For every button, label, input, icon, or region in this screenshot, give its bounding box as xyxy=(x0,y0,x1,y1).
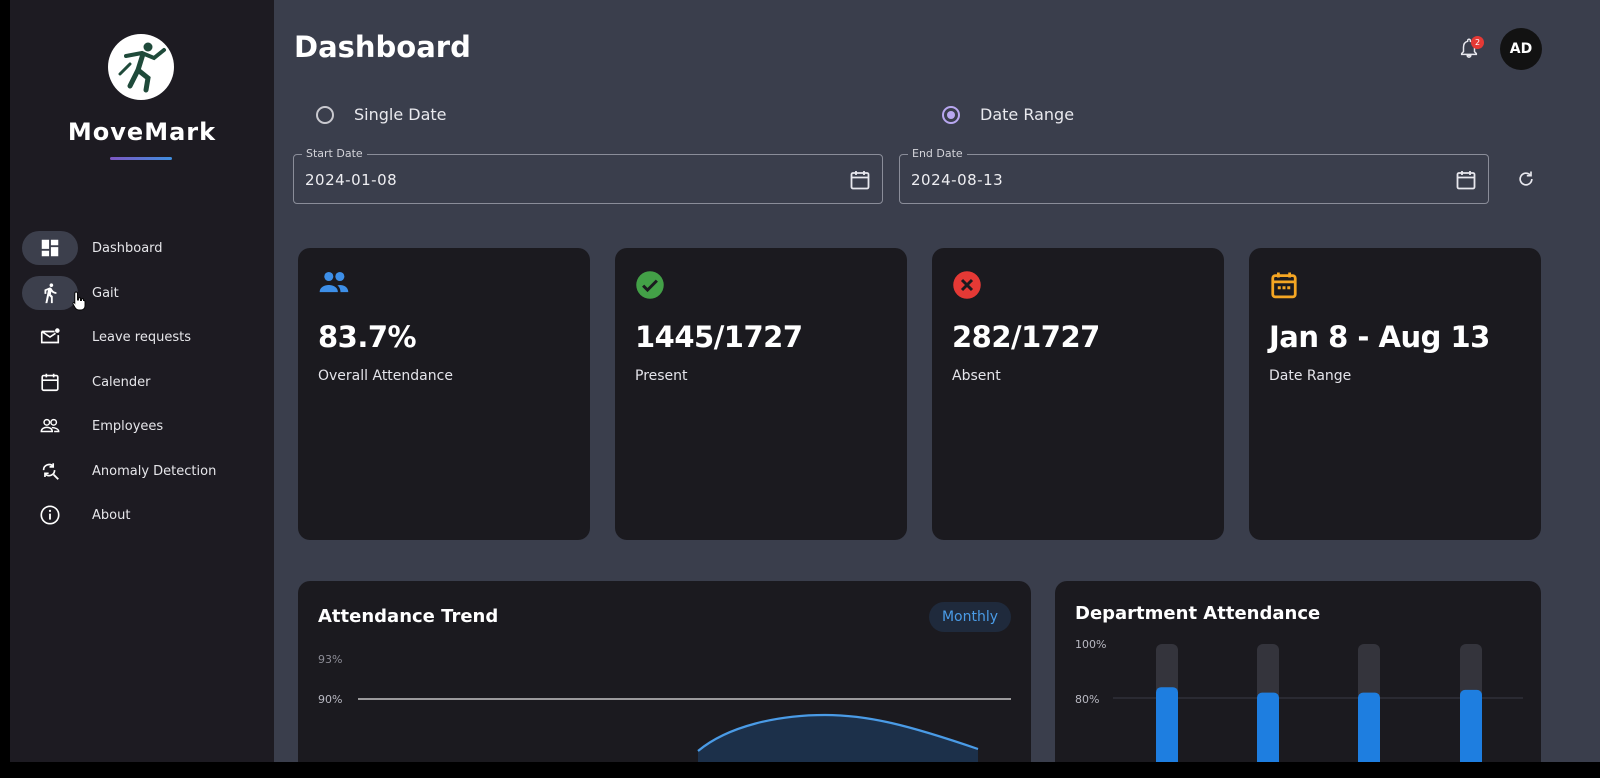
department-bar[interactable] xyxy=(1156,687,1178,762)
stat-value: Jan 8 - Aug 13 xyxy=(1269,320,1490,354)
sidebar: MoveMark Dashboard Gait Leave requests C… xyxy=(10,0,274,762)
single-date-label: Single Date xyxy=(354,105,447,124)
sidebar-item-label: Gait xyxy=(92,285,119,301)
calendar-icon[interactable] xyxy=(1454,168,1478,192)
cancel-circle-icon xyxy=(953,271,981,299)
trend-area xyxy=(698,715,978,762)
people-icon xyxy=(319,271,349,293)
radio-checked-icon xyxy=(942,105,960,124)
sidebar-item-anomaly-detection[interactable]: Anomaly Detection xyxy=(22,453,262,489)
end-date-label: End Date xyxy=(908,147,967,160)
avatar[interactable]: AD xyxy=(1500,28,1542,70)
dashboard-icon xyxy=(41,239,59,257)
hand-cursor-icon xyxy=(72,291,86,311)
start-date-label: Start Date xyxy=(302,147,367,160)
sidebar-item-label: Dashboard xyxy=(92,240,163,256)
sidebar-item-calender[interactable]: Calender xyxy=(22,364,262,400)
radio-unchecked-icon xyxy=(316,105,334,124)
stat-label: Present xyxy=(635,368,688,384)
app-window: MoveMark Dashboard Gait Leave requests C… xyxy=(10,0,1600,762)
calendar-icon xyxy=(41,373,59,392)
calendar-icon[interactable] xyxy=(848,168,872,192)
page-title: Dashboard xyxy=(294,30,471,64)
attendance-trend-chart: 93% 90% xyxy=(318,653,1011,762)
notification-badge: 2 xyxy=(1471,36,1484,49)
y-tick-label: 93% xyxy=(318,653,342,666)
end-date-field[interactable]: End Date 2024-08-13 xyxy=(899,147,1489,204)
stat-value: 282/1727 xyxy=(952,320,1100,354)
department-attendance-chart: 100% 80% xyxy=(1075,638,1523,762)
start-date-value: 2024-01-08 xyxy=(305,171,398,189)
mail-icon xyxy=(40,328,60,344)
sidebar-item-leave-requests[interactable]: Leave requests xyxy=(22,319,262,355)
people-icon xyxy=(40,418,60,433)
y-tick-label: 100% xyxy=(1075,638,1106,651)
sidebar-item-label: Anomaly Detection xyxy=(92,463,217,479)
event-icon xyxy=(1271,272,1297,299)
walk-icon xyxy=(44,283,57,304)
sidebar-item-gait[interactable]: Gait xyxy=(22,275,262,311)
end-date-value: 2024-08-13 xyxy=(911,171,1004,189)
single-date-radio[interactable]: Single Date xyxy=(316,105,447,124)
sidebar-item-label: About xyxy=(92,507,131,523)
sidebar-item-label: Employees xyxy=(92,418,164,434)
department-bar[interactable] xyxy=(1257,692,1279,762)
brand-underline xyxy=(110,157,172,160)
refresh-icon[interactable] xyxy=(1516,169,1536,189)
brand-logo xyxy=(108,34,174,100)
date-range-radio[interactable]: Date Range xyxy=(942,105,1074,124)
sidebar-item-dashboard[interactable]: Dashboard xyxy=(22,230,262,266)
runner-logo-icon xyxy=(118,42,166,93)
stat-value: 1445/1727 xyxy=(635,320,803,354)
department-bar[interactable] xyxy=(1460,689,1482,762)
stat-label: Overall Attendance xyxy=(318,368,453,384)
sidebar-item-label: Leave requests xyxy=(92,329,191,345)
attendance-trend-panel: Attendance Trend Monthly 93% 90% xyxy=(298,581,1031,762)
stat-card-overall-attendance: 83.7% Overall Attendance xyxy=(298,248,590,540)
check-circle-icon xyxy=(636,271,664,299)
sidebar-item-about[interactable]: About xyxy=(22,497,262,533)
department-attendance-panel: Department Attendance 100% 80% xyxy=(1055,581,1541,762)
stat-card-present: 1445/1727 Present xyxy=(615,248,907,540)
brand-name: MoveMark xyxy=(67,118,217,146)
stat-card-date-range: Jan 8 - Aug 13 Date Range xyxy=(1249,248,1541,540)
stat-label: Date Range xyxy=(1269,368,1352,384)
department-bar[interactable] xyxy=(1358,692,1380,762)
stat-label: Absent xyxy=(952,368,1001,384)
y-tick-label: 90% xyxy=(318,693,342,706)
sidebar-item-label: Calender xyxy=(92,374,151,390)
stat-value: 83.7% xyxy=(318,320,417,354)
date-range-label: Date Range xyxy=(980,105,1075,124)
y-tick-label: 80% xyxy=(1075,693,1099,706)
stat-card-absent: 282/1727 Absent xyxy=(932,248,1224,540)
search-refresh-icon xyxy=(42,463,59,480)
info-icon xyxy=(40,505,60,525)
start-date-field[interactable]: Start Date 2024-01-08 xyxy=(293,147,883,204)
sidebar-item-employees[interactable]: Employees xyxy=(22,408,262,444)
